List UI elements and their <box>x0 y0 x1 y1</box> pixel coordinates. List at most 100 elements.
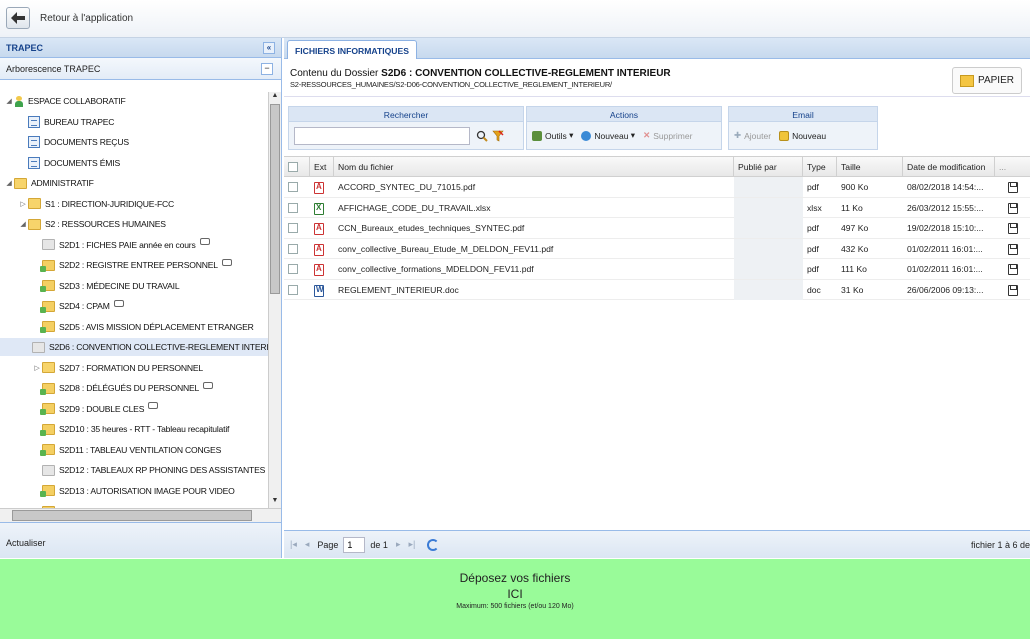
row-checkbox[interactable] <box>288 223 298 233</box>
tree-item[interactable]: S2D3 : MÉDECINE DU TRAVAIL <box>32 277 180 295</box>
back-button[interactable] <box>6 7 30 29</box>
save-icon[interactable] <box>1007 182 1018 193</box>
cell-name[interactable]: conv_collective_formations_MDELDON_FEV11… <box>334 259 734 279</box>
tree-vertical-scrollbar[interactable]: ▲ ▼ <box>268 92 281 508</box>
refresh-icon[interactable] <box>427 538 440 551</box>
collapse-icon[interactable]: ◢ <box>4 97 14 105</box>
tree-item-label: S2D10 : 35 heures - RTT - Tableau recapi… <box>59 424 230 434</box>
tree-item[interactable]: S2D9 : DOUBLE CLES <box>32 400 159 418</box>
tree-item[interactable]: S2D10 : 35 heures - RTT - Tableau recapi… <box>32 420 229 438</box>
file-dropzone[interactable]: Déposez vos fichiers ICI Maximum: 500 fi… <box>0 559 1030 639</box>
header-select-all[interactable] <box>284 157 310 177</box>
clear-filter-icon[interactable] <box>492 129 504 142</box>
scroll-thumb[interactable] <box>270 104 280 294</box>
table-row[interactable]: ACCORD_SYNTEC_DU_71015.pdf pdf 900 Ko 08/02… <box>284 177 1030 198</box>
tree-item[interactable]: S2D4 : CPAM <box>32 297 124 315</box>
first-page-icon[interactable]: |◂ <box>290 539 297 550</box>
back-label[interactable]: Retour à l'application <box>40 13 133 24</box>
next-page-icon[interactable]: ▸ <box>396 539 401 550</box>
row-checkbox[interactable] <box>288 284 298 295</box>
scroll-thumb[interactable] <box>12 510 252 521</box>
header-published[interactable]: Publié par <box>734 157 803 177</box>
email-nouveau-button[interactable]: Nouveau <box>779 130 826 141</box>
expand-icon[interactable]: ▷ <box>18 200 28 208</box>
save-icon[interactable] <box>1007 243 1018 255</box>
tree-item[interactable]: S2D11 : TABLEAU VENTILATION CONGES <box>32 441 221 459</box>
tree-item[interactable]: S2D5 : AVIS MISSION DÉPLACEMENT ETRANGER <box>32 318 254 336</box>
collapse-icon[interactable]: ◢ <box>18 220 28 228</box>
scroll-down-icon[interactable]: ▼ <box>269 497 281 508</box>
page-of-label: de 1 <box>370 539 388 550</box>
comment-icon[interactable] <box>148 402 159 409</box>
page-input[interactable] <box>343 536 366 553</box>
tree-item[interactable]: DOCUMENTS ÉMIS <box>18 154 120 172</box>
tree-item[interactable]: ◢ S2 : RESSOURCES HUMAINES <box>18 215 166 233</box>
save-icon[interactable] <box>1007 264 1018 275</box>
refresh-tree-button[interactable]: Actualiser <box>0 522 281 558</box>
email-ajouter-button[interactable]: ✚ Ajouter <box>734 130 771 141</box>
tree-item-label: S2D1 : FICHES PAIE année en cours <box>59 239 196 250</box>
cell-name[interactable]: CCN_Bureaux_etudes_techniques_SYNTEC.pdf <box>334 218 734 238</box>
table-row[interactable]: conv_collective_Bureau_Etude_M_DELDON_FE… <box>284 238 1030 259</box>
grey-folder-icon <box>32 341 45 353</box>
search-icon[interactable] <box>476 130 488 142</box>
tree-item[interactable]: DOCUMENTS REÇUS <box>18 133 129 151</box>
row-checkbox[interactable] <box>288 202 298 213</box>
tree-item[interactable]: S2D1 : FICHES PAIE année en cours <box>32 236 210 254</box>
tree-item[interactable]: ▷ S2D7 : FORMATION DU PERSONNEL <box>32 359 203 377</box>
papier-button[interactable]: PAPIER <box>952 67 1022 94</box>
tree-item[interactable]: ▷ S1 : DIRECTION-JURIDIQUE-FCC <box>18 195 174 213</box>
save-icon[interactable] <box>1007 223 1018 234</box>
files-grid: Ext Nom du fichier Publié par Type Taill… <box>284 156 1030 300</box>
header-size[interactable]: Taille <box>837 157 903 177</box>
cell-name[interactable]: REGLEMENT_INTERIEUR.doc <box>334 280 734 300</box>
cell-date: 01/02/2011 16:01:... <box>907 264 983 274</box>
tree-item[interactable]: S2D12 : TABLEAUX RP PHONING DES ASSISTAN… <box>32 461 265 479</box>
header-name[interactable]: Nom du fichier <box>334 157 734 177</box>
tree-item[interactable]: S2D6 : CONVENTION COLLECTIVE-REGLEMENT I… <box>0 338 268 356</box>
tree-item[interactable]: S2D13 : AUTORISATION IMAGE POUR VIDEO <box>32 482 235 500</box>
save-icon[interactable] <box>1007 284 1018 296</box>
nouveau-button[interactable]: Nouveau ▾ <box>581 130 635 141</box>
search-input[interactable] <box>294 126 470 145</box>
table-row[interactable]: CCN_Bureaux_etudes_techniques_SYNTEC.pdf… <box>284 218 1030 239</box>
collapse-icon[interactable]: ◢ <box>4 179 14 187</box>
tree-horizontal-scrollbar[interactable] <box>0 508 281 522</box>
comment-icon[interactable] <box>221 258 232 266</box>
last-page-icon[interactable]: ▸| <box>408 539 415 550</box>
comment-icon[interactable] <box>113 299 124 307</box>
row-checkbox[interactable] <box>288 264 298 274</box>
tab-fichiers-informatiques[interactable]: FICHIERS INFORMATIQUES <box>287 40 417 59</box>
header-ext[interactable]: Ext <box>310 157 334 177</box>
prev-page-icon[interactable]: ◂ <box>305 539 310 550</box>
expand-icon[interactable]: ▷ <box>32 364 42 372</box>
collapse-panel-button[interactable]: « <box>263 42 275 54</box>
folder-icon <box>28 198 41 209</box>
header-more[interactable]: ... <box>995 157 1030 177</box>
tree-item[interactable]: BUREAU TRAPEC <box>18 113 115 131</box>
save-icon[interactable] <box>1007 202 1018 214</box>
cell-name[interactable]: ACCORD_SYNTEC_DU_71015.pdf <box>334 177 734 197</box>
header-date[interactable]: Date de modification <box>903 157 995 177</box>
select-all-checkbox[interactable] <box>288 162 298 172</box>
scroll-up-icon[interactable]: ▲ <box>269 92 281 103</box>
comment-icon[interactable] <box>203 381 214 389</box>
cell-date: 19/02/2018 15:10:... <box>907 223 984 233</box>
add-icon: ✚ <box>734 130 742 140</box>
supprimer-button[interactable]: ✕ Supprimer <box>643 130 692 141</box>
row-checkbox[interactable] <box>288 243 298 254</box>
table-row[interactable]: conv_collective_formations_MDELDON_FEV11… <box>284 259 1030 280</box>
outils-button[interactable]: Outils ▾ <box>532 130 573 141</box>
tree-item[interactable]: S2D8 : DÉLÉGUÉS DU PERSONNEL <box>32 379 214 397</box>
table-row[interactable]: REGLEMENT_INTERIEUR.doc doc 31 Ko 26/06/200… <box>284 279 1030 300</box>
table-row[interactable]: AFFICHAGE_CODE_DU_TRAVAIL.xlsx xlsx 11 Ko 2… <box>284 197 1030 218</box>
header-type[interactable]: Type <box>803 157 837 177</box>
collapse-tree-button[interactable]: − <box>261 63 273 75</box>
cell-name[interactable]: conv_collective_Bureau_Etude_M_DELDON_FE… <box>334 239 734 259</box>
cell-name[interactable]: AFFICHAGE_CODE_DU_TRAVAIL.xlsx <box>334 198 734 218</box>
tree-item[interactable]: ◢ ESPACE COLLABORATIF <box>4 92 126 110</box>
row-checkbox[interactable] <box>288 182 298 192</box>
tree-item[interactable]: ◢ ADMINISTRATIF <box>4 174 94 192</box>
tree-item[interactable]: S2D2 : REGISTRE ENTREE PERSONNEL <box>32 256 232 274</box>
comment-icon[interactable] <box>199 238 210 245</box>
